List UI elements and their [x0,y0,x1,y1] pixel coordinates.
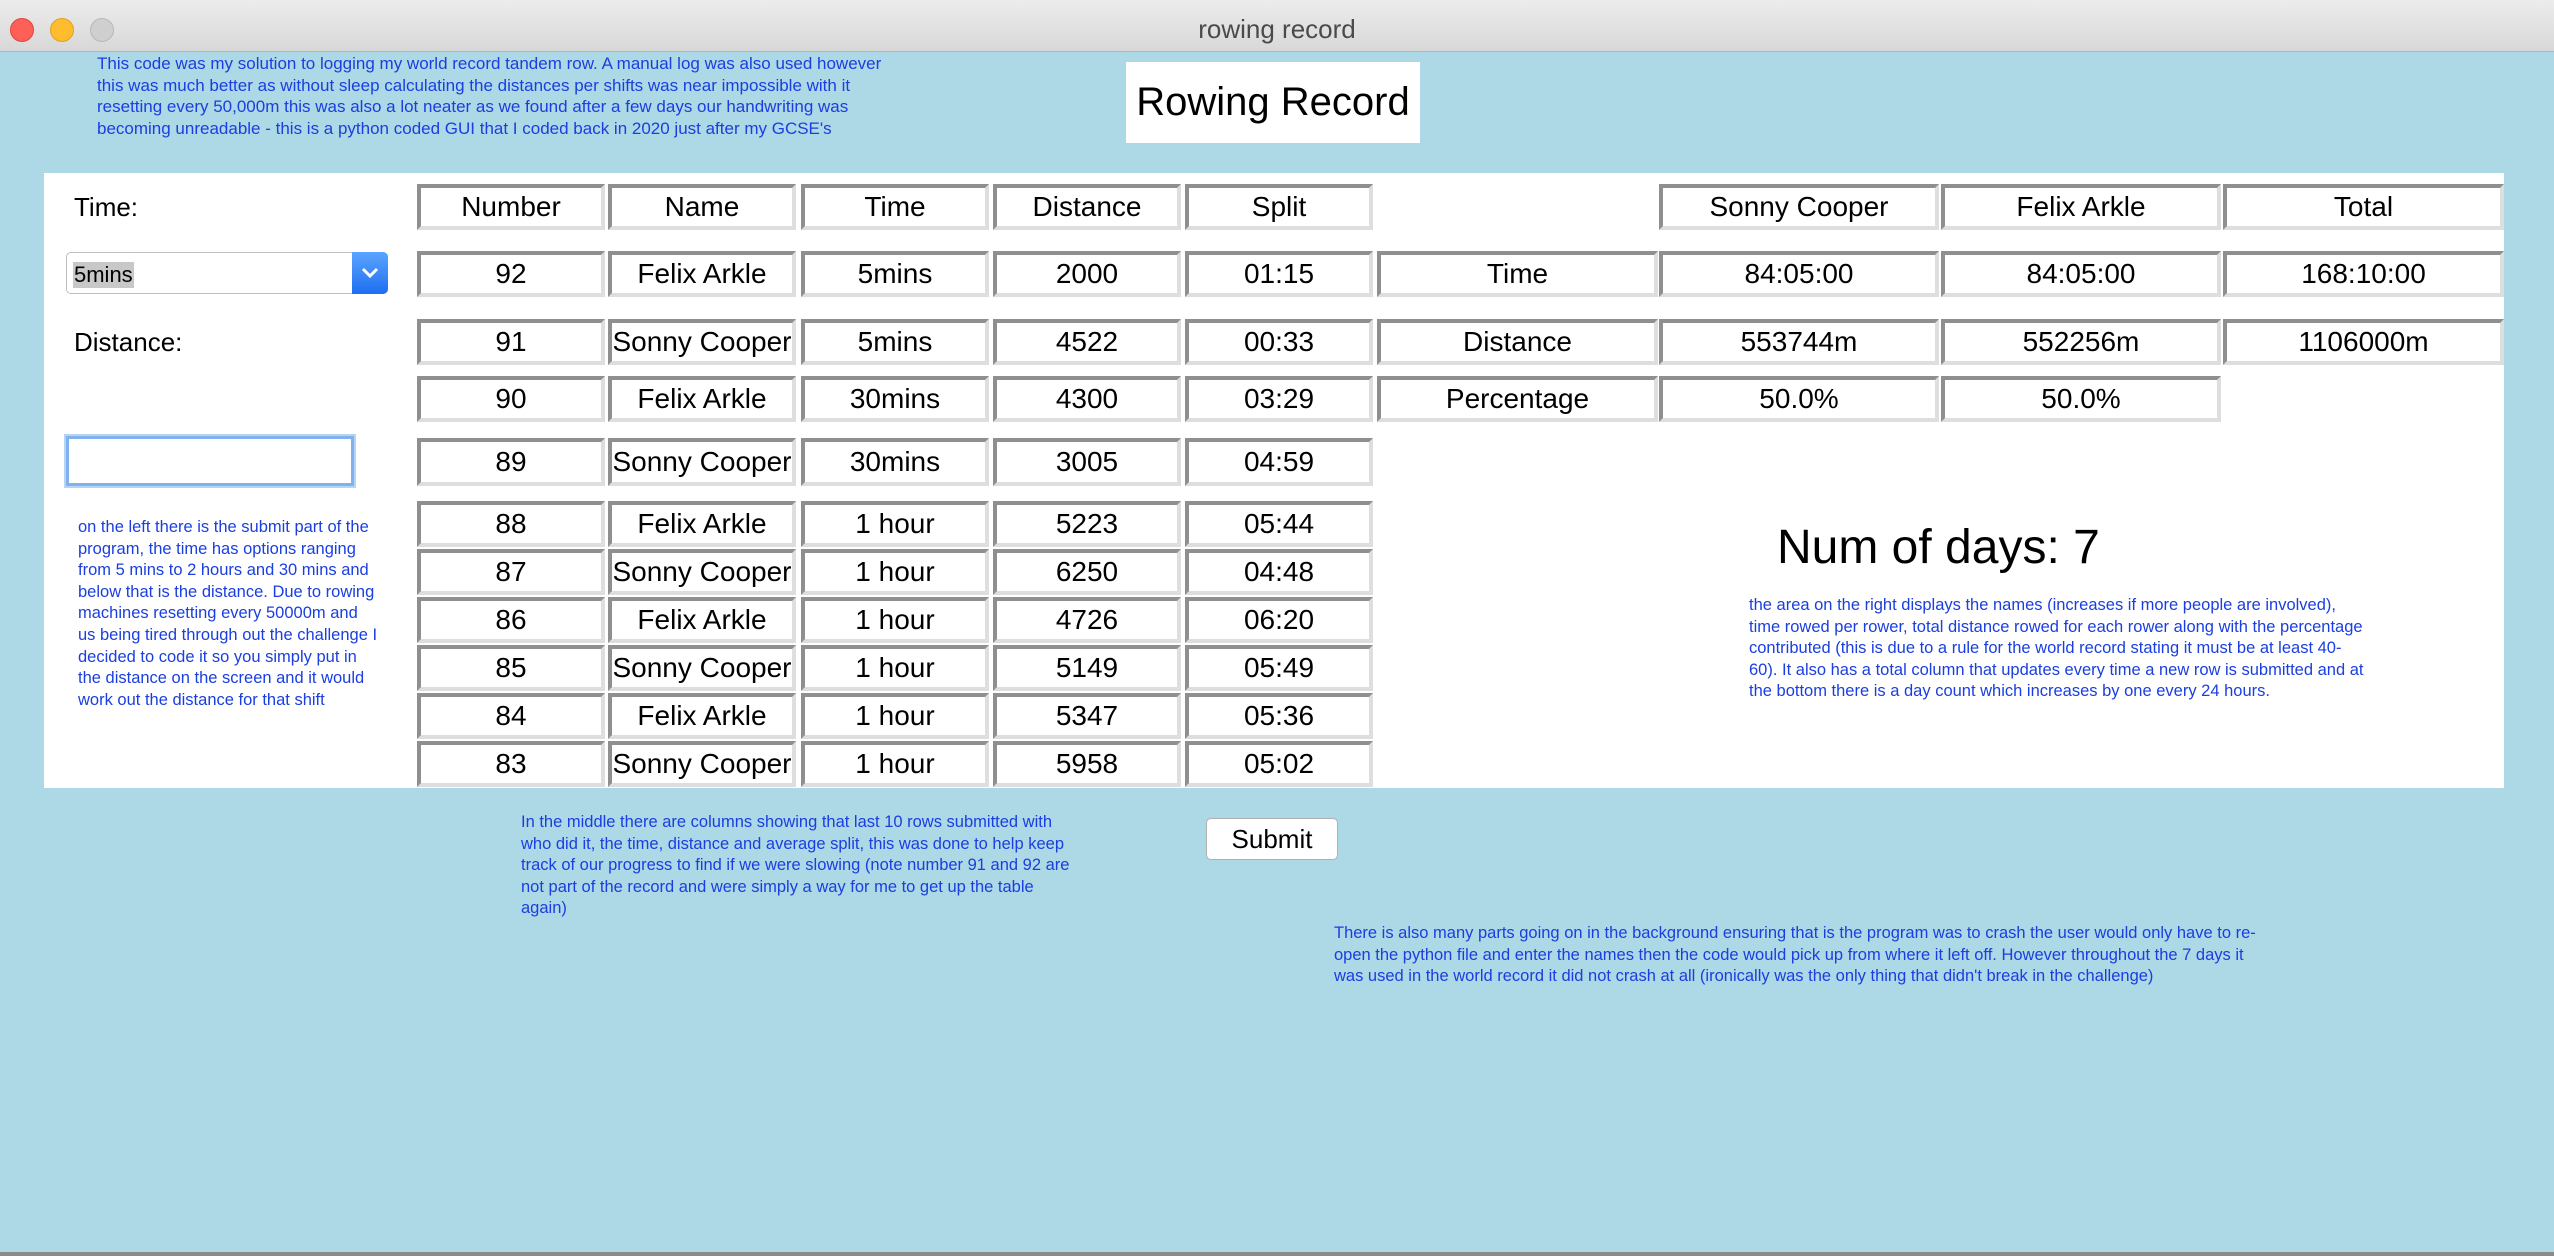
log-cell-split: 05:49 [1185,645,1373,691]
chevron-down-icon[interactable] [352,252,388,294]
log-cell-time: 1 hour [801,645,989,691]
log-cell-distance: 5347 [993,693,1181,739]
log-cell-number: 90 [417,376,605,422]
middle-note: In the middle there are columns showing … [521,813,1070,918]
summary-cell-felix-arkle: 84:05:00 [1941,251,2221,297]
log-cell-number: 92 [417,251,605,297]
window-titlebar: rowing record [0,0,2554,52]
log-cell-time: 30mins [801,376,989,422]
summary-cell-sonny-cooper: 553744m [1659,319,1939,365]
summary-row-label: Time [1377,251,1658,297]
log-header-name: Name [608,184,796,230]
log-cell-split: 05:44 [1185,501,1373,547]
log-cell-distance: 4300 [993,376,1181,422]
log-cell-distance: 4726 [993,597,1181,643]
right-note: the area on the right displays the names… [1749,596,2364,701]
log-cell-split: 05:36 [1185,693,1373,739]
summary-cell-felix-arkle: 50.0% [1941,376,2221,422]
left-note: on the left there is the submit part of … [78,518,378,709]
log-cell-time: 1 hour [801,741,989,787]
days-count: Num of days: 7 [1777,521,2100,574]
log-cell-name: Felix Arkle [608,251,796,297]
summary-cell-sonny-cooper: 50.0% [1659,376,1939,422]
log-cell-time: 5mins [801,319,989,365]
log-cell-name: Felix Arkle [608,693,796,739]
background-window-strip [0,1252,2554,1256]
log-cell-time: 5mins [801,251,989,297]
log-cell-split: 01:15 [1185,251,1373,297]
log-cell-name: Sonny Cooper [608,741,796,787]
log-cell-number: 85 [417,645,605,691]
log-cell-distance: 2000 [993,251,1181,297]
log-cell-split: 05:02 [1185,741,1373,787]
log-cell-name: Sonny Cooper [608,645,796,691]
summary-row-label: Distance [1377,319,1658,365]
summary-row-label: Percentage [1377,376,1658,422]
window-title: rowing record [1198,14,1356,44]
summary-header-felix-arkle: Felix Arkle [1941,184,2221,230]
log-cell-number: 86 [417,597,605,643]
log-cell-distance: 5149 [993,645,1181,691]
log-cell-name: Felix Arkle [608,597,796,643]
log-cell-split: 04:48 [1185,549,1373,595]
log-cell-name: Sonny Cooper [608,438,796,486]
intro-note: This code was my solution to logging my … [97,54,882,138]
time-label: Time: [74,192,139,222]
log-cell-distance: 5958 [993,741,1181,787]
distance-input[interactable] [66,436,354,486]
log-cell-time: 1 hour [801,693,989,739]
log-cell-number: 88 [417,501,605,547]
log-header-split: Split [1185,184,1373,230]
log-cell-distance: 3005 [993,438,1181,486]
summary-header-total: Total [2223,184,2504,230]
summary-cell-felix-arkle: 552256m [1941,319,2221,365]
log-header-time: Time [801,184,989,230]
log-cell-time: 1 hour [801,597,989,643]
log-header-distance: Distance [993,184,1181,230]
log-cell-time: 1 hour [801,501,989,547]
log-cell-number: 91 [417,319,605,365]
distance-label: Distance: [74,327,183,357]
summary-cell-total: 1106000m [2223,319,2504,365]
log-cell-time: 1 hour [801,549,989,595]
log-cell-distance: 4522 [993,319,1181,365]
bottom-note: There is also many parts going on in the… [1334,924,2256,986]
log-cell-name: Felix Arkle [608,376,796,422]
log-cell-number: 87 [417,549,605,595]
summary-header-sonny-cooper: Sonny Cooper [1659,184,1939,230]
log-header-number: Number [417,184,605,230]
time-select[interactable]: 5mins [66,252,388,294]
log-cell-split: 04:59 [1185,438,1373,486]
app-title: Rowing Record [1126,62,1420,143]
submit-button[interactable]: Submit [1206,818,1338,860]
summary-cell-total: 168:10:00 [2223,251,2504,297]
log-cell-number: 84 [417,693,605,739]
log-cell-name: Felix Arkle [608,501,796,547]
log-cell-split: 03:29 [1185,376,1373,422]
log-cell-name: Sonny Cooper [608,549,796,595]
log-cell-number: 89 [417,438,605,486]
log-cell-time: 30mins [801,438,989,486]
log-cell-name: Sonny Cooper [608,319,796,365]
log-cell-distance: 6250 [993,549,1181,595]
log-cell-split: 00:33 [1185,319,1373,365]
summary-cell-sonny-cooper: 84:05:00 [1659,251,1939,297]
log-cell-split: 06:20 [1185,597,1373,643]
log-cell-distance: 5223 [993,501,1181,547]
time-select-value: 5mins [73,262,134,288]
log-cell-number: 83 [417,741,605,787]
